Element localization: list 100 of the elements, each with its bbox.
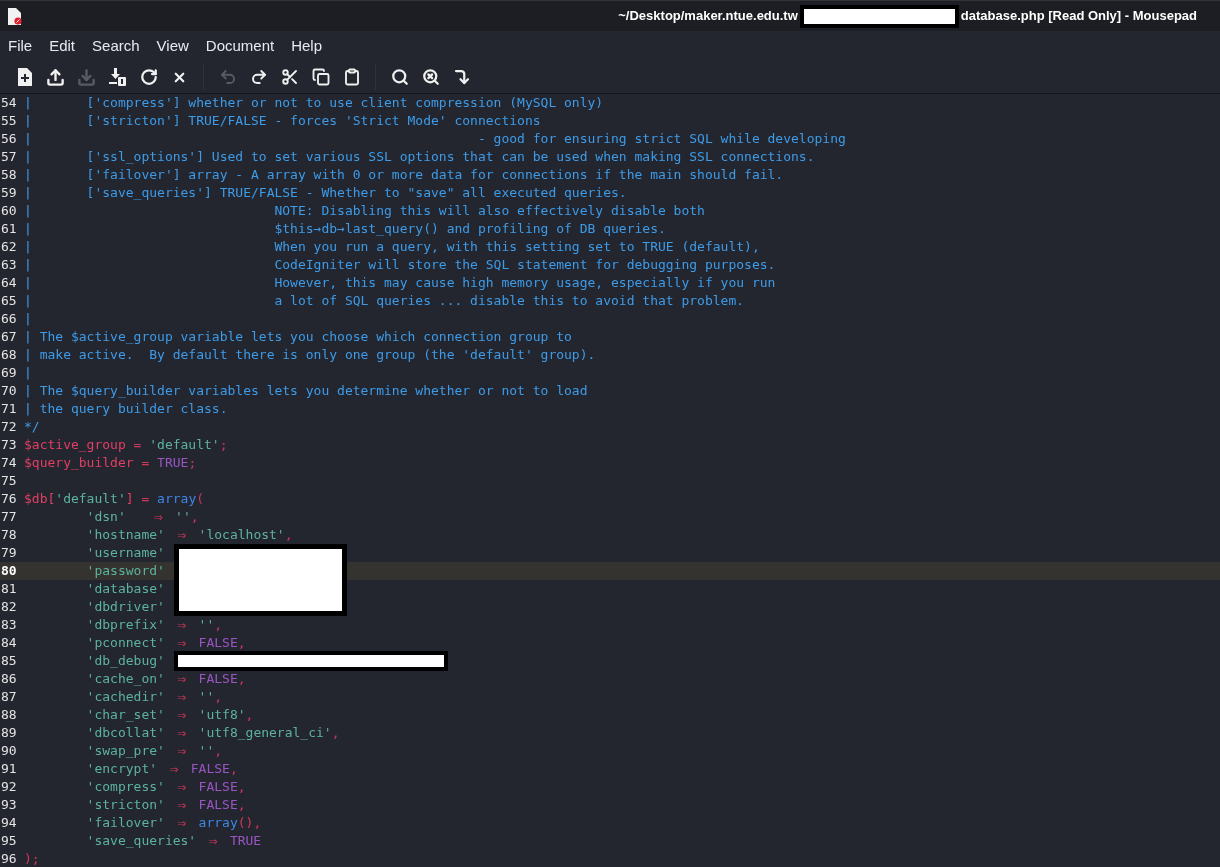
code-token: $db[ [24,490,56,508]
line-number: 78 [0,526,18,544]
code-token: */ [24,418,40,436]
code-token: ( [196,490,205,508]
code-token: | However, this may cause high memory usage, especially if you run [24,274,776,292]
code-token: 'username' [85,544,165,562]
window-title: ~/Desktop/maker.ntue.edu.tw [618,7,798,26]
code-token: 'dbprefix' [85,616,166,634]
code-token: , [214,616,223,634]
code-token: | a lot of SQL queries ... disable this to avoid that problem. [24,292,745,310]
scissors-icon [280,68,299,86]
code-token: 'db_debug' [85,652,165,670]
code-token: , [190,508,199,526]
code-token: | ['save_queries'] TRUE/FALSE - Whether to "save" all executed queries. [24,184,627,202]
code-token: , [237,778,246,796]
line-number: 74 [0,454,18,472]
line-number: 62 [0,238,18,256]
code-token: | The $query_builder variables lets you determine whether or not to load [24,382,588,400]
arrow-operator: ⇒ [176,706,188,724]
download-document-icon [108,68,127,86]
arrow-operator: ⇒ [176,670,188,688]
magnifier-cross-icon [421,68,440,86]
code-token: , [284,526,293,544]
code-token: 'dbdriver' [85,598,165,616]
arrow-operator: ⇒ [176,796,188,814]
code-token: ] [125,490,134,508]
new-document-icon [16,68,33,86]
code-token: TRUE [157,454,189,472]
search-icon [390,68,409,86]
menu-item[interactable]: View [156,34,189,58]
code-token: 'failover' [85,814,166,832]
line-number: 90 [0,742,18,760]
code-token: 'utf8_general_ci' [197,724,332,742]
arrow-operator: ⇒ [176,778,188,796]
arrow-operator: ⇒ [207,832,219,850]
code-token: array [157,490,197,508]
code-token: | The $active_group variable lets you choose which connection group to [24,328,572,346]
line-number: 79 [0,544,18,562]
line-number: 95 [0,832,18,850]
line-number: 69 [0,364,18,382]
code-token: | ['failover'] array - A array with 0 or more data for connections if the main should fail. [24,166,784,184]
code-token: 'dbcollat' [85,724,166,742]
code-token: | ['compress'] whether or not to use client compression (MySQL only) [24,94,604,112]
line-number: 54 [0,94,18,112]
line-number: 66 [0,310,18,328]
code-token: | [24,310,32,328]
line-number: 64 [0,274,18,292]
code-token: 'default' [55,490,126,508]
code-token: 'pconnect' [85,634,166,652]
line-number: 94 [0,814,18,832]
line-number: 61 [0,220,18,238]
code-token: 'hostname' [85,526,166,544]
code-token: | [24,364,32,382]
code-token: FALSE [197,796,238,814]
code-token: ); [24,850,40,867]
line-number: 63 [0,256,18,274]
line-number: 57 [0,148,18,166]
menu-item[interactable]: Search [92,34,140,58]
code-token: 'char_set' [85,706,166,724]
line-number: 82 [0,598,18,616]
arrow-operator: ⇒ [176,742,188,760]
line-number: 89 [0,724,18,742]
code-token: '' [174,508,191,526]
code-token: 'default' [149,436,220,454]
menu-item[interactable]: File [8,34,33,58]
line-number: 76 [0,490,18,508]
code-token: 'utf8' [197,706,246,724]
reload-icon [139,68,158,86]
code-token: = [140,490,151,508]
code-token: '' [197,742,215,760]
code-token: FALSE [189,760,230,778]
menu-item[interactable]: Document [205,34,275,58]
code-token: ; [219,436,228,454]
arrow-operator: ⇒ [176,526,188,544]
code-token: | make active. By default there is only one group (the 'default' group). [24,346,596,364]
line-number: 68 [0,346,18,364]
line-number: 65 [0,292,18,310]
arrow-operator: ⇒ [176,616,188,634]
code-token: , [214,688,223,706]
line-number: 83 [0,616,18,634]
redo-icon [249,68,268,86]
app-icon [8,7,22,25]
code-token: 'password' [85,562,165,580]
menu-item[interactable]: Help [291,34,323,58]
line-number: 77 [0,508,18,526]
code-token: $active_group [24,436,126,454]
line-number: 72 [0,418,18,436]
code-token: 'stricton' [85,796,166,814]
code-token: ; [188,454,197,472]
curved-arrow-icon [452,68,471,86]
menu-item[interactable]: Edit [49,34,76,58]
upload-icon [46,67,65,87]
download-icon [77,67,96,87]
arrow-operator: ⇒ [152,508,164,526]
line-number: 59 [0,184,18,202]
code-token: = [132,436,143,454]
code-token: 'cache_on' [85,670,166,688]
line-number: 85 [0,652,18,670]
code-token: | ['stricton'] TRUE/FALSE - forces 'Strict Mode' connections [24,112,541,130]
line-number: 70 [0,382,18,400]
